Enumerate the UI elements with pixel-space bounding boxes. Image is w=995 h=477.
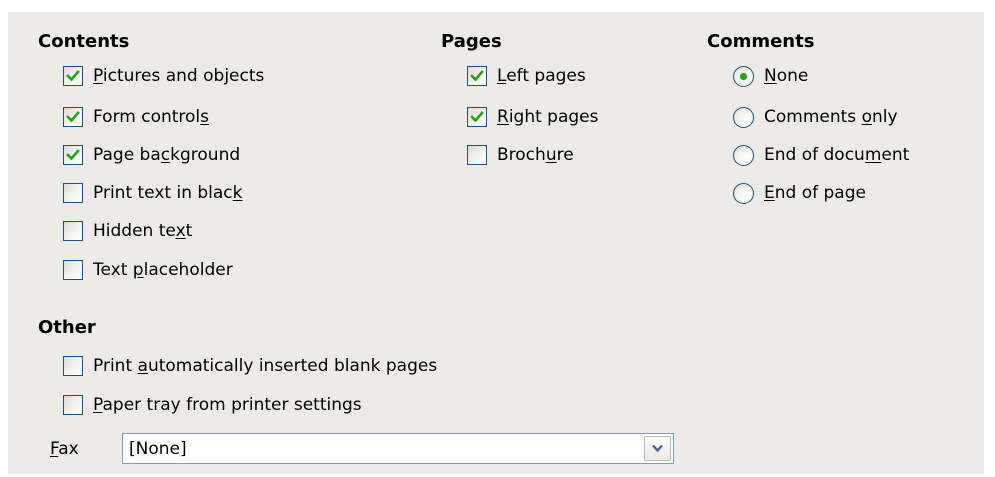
checkmark-icon (66, 111, 80, 123)
chevron-down-icon (652, 444, 663, 453)
fax-label: Fax (50, 439, 79, 459)
checkmark-icon (66, 149, 80, 161)
checkbox-box[interactable] (467, 107, 487, 127)
checkbox-paper-tray-from-printer-settings[interactable]: Paper tray from printer settings (63, 392, 362, 418)
checkbox-box[interactable] (63, 66, 83, 86)
checkbox-label: Form controls (93, 107, 210, 127)
other-heading: Other (38, 317, 96, 338)
checkbox-label: Right pages (497, 107, 599, 127)
checkbox-print-text-in-black[interactable]: Print text in black (63, 180, 243, 206)
radio-end-of-page[interactable]: End of page (733, 180, 866, 206)
checkbox-right-pages[interactable]: Right pages (467, 104, 599, 130)
checkmark-icon (66, 70, 80, 82)
comments-heading: Comments (707, 31, 815, 52)
checkbox-left-pages[interactable]: Left pages (467, 63, 586, 89)
contents-heading: Contents (38, 31, 130, 52)
fax-dropdown-button[interactable] (644, 436, 671, 461)
checkbox-label: Print automatically inserted blank pages (93, 356, 438, 376)
checkbox-label: Paper tray from printer settings (93, 395, 362, 415)
fax-selected-value: [None] (129, 439, 187, 459)
checkbox-brochure[interactable]: Brochure (467, 142, 574, 168)
checkbox-label: Hidden text (93, 221, 193, 241)
checkbox-label: Page background (93, 145, 241, 165)
radio-comments-only[interactable]: Comments only (733, 104, 898, 130)
checkbox-text-placeholder[interactable]: Text placeholder (63, 257, 233, 283)
radio-selected-dot (740, 72, 747, 80)
checkbox-label: Pictures and objects (93, 66, 265, 86)
checkbox-box[interactable] (63, 395, 83, 415)
radio-button[interactable] (733, 106, 754, 128)
checkmark-icon (470, 70, 484, 82)
checkbox-page-background[interactable]: Page background (63, 142, 240, 168)
radio-button[interactable] (733, 182, 754, 204)
checkbox-box[interactable] (467, 145, 487, 165)
checkbox-box[interactable] (467, 66, 487, 86)
checkbox-box[interactable] (63, 260, 83, 280)
checkbox-label: Brochure (497, 145, 574, 165)
fax-select[interactable]: [None] (122, 433, 674, 464)
checkbox-box[interactable] (63, 221, 83, 241)
checkbox-form-controls[interactable]: Form controls (63, 104, 209, 130)
radio-end-of-document[interactable]: End of document (733, 142, 909, 168)
pages-heading: Pages (441, 31, 502, 52)
checkbox-box[interactable] (63, 356, 83, 376)
checkbox-box[interactable] (63, 145, 83, 165)
radio-label: Comments only (764, 107, 898, 127)
radio-label: None (764, 66, 809, 86)
checkbox-print-auto-blank-pages[interactable]: Print automatically inserted blank pages (63, 353, 437, 379)
checkbox-box[interactable] (63, 107, 83, 127)
checkbox-label: Text placeholder (93, 260, 233, 280)
checkbox-hidden-text[interactable]: Hidden text (63, 218, 192, 244)
radio-button[interactable] (733, 144, 754, 166)
radio-label: End of page (764, 183, 866, 203)
radio-button[interactable] (733, 65, 754, 87)
checkbox-label: Left pages (497, 66, 586, 86)
checkbox-label: Print text in black (93, 183, 243, 203)
checkbox-pictures-and-objects[interactable]: Pictures and objects (63, 63, 264, 89)
checkbox-box[interactable] (63, 183, 83, 203)
checkmark-icon (470, 111, 484, 123)
radio-label: End of document (764, 145, 910, 165)
radio-none[interactable]: None (733, 63, 808, 89)
